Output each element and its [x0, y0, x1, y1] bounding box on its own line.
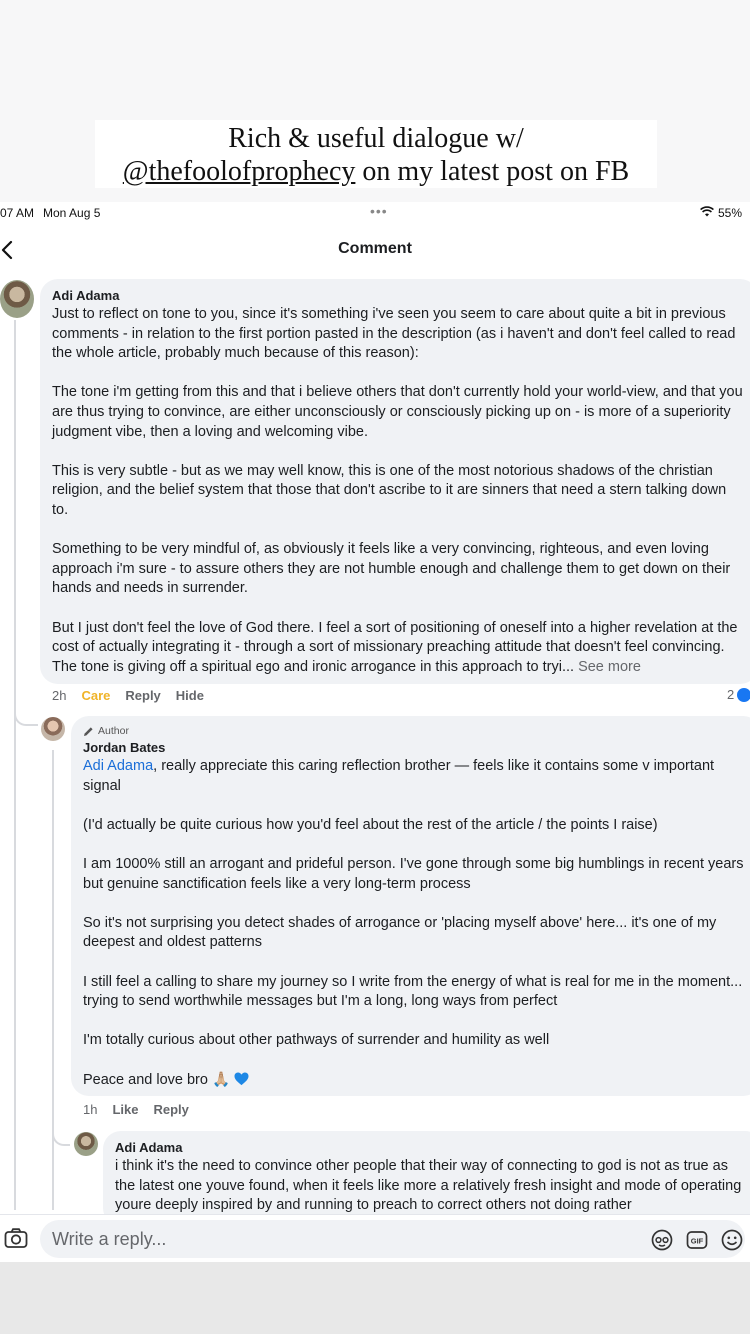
comment-actions: 2h Care Reply Hide [52, 688, 219, 703]
story-caption: Rich & useful dialogue w/ @thefoolofprop… [95, 120, 657, 188]
reply-author[interactable]: Jordan Bates [83, 739, 749, 756]
blue-heart-icon [234, 1072, 249, 1085]
comment-paragraph: This is very subtle - but as we may well… [52, 462, 727, 518]
reply-paragraph: Adi Adama, really appreciate this caring… [83, 757, 749, 796]
page-title: Comment [338, 240, 412, 257]
avatar[interactable] [0, 280, 34, 318]
pencil-icon [84, 726, 93, 736]
wifi-icon [700, 206, 714, 217]
reply-paragraph-last: Peace and love bro 🙏🏼 [83, 1071, 749, 1091]
nav-bar: Comment [0, 228, 750, 272]
comment-paragraph: Just to reflect on tone to you, since it… [52, 306, 736, 362]
caption-line-1: Rich & useful dialogue w/ [228, 123, 524, 154]
comment-paragraph-last: But I just don't feel the love of God th… [52, 619, 746, 678]
thread-line [14, 320, 16, 1210]
comment-time: 2h [52, 688, 67, 703]
reply-input[interactable] [40, 1220, 745, 1258]
svg-text:GIF: GIF [691, 1237, 704, 1246]
reaction-count-number: 2 [727, 687, 735, 702]
reply-paragraph-text: , really appreciate this caring reflecti… [83, 758, 715, 794]
reply-connector [52, 1116, 70, 1146]
comment-paragraph: Something to be very mindful of, as obvi… [52, 541, 731, 597]
comment-bubble: Adi Adama Just to reflect on tone to you… [40, 279, 750, 684]
avatar[interactable] [74, 1132, 98, 1156]
reply-paragraph: (I'd actually be quite curious how you'd… [83, 816, 658, 833]
emoji-icon[interactable] [721, 1229, 743, 1251]
caption-handle[interactable]: @thefoolofprophecy [123, 156, 356, 187]
reply-paragraph: i think it's the need to convince other … [115, 1158, 742, 1214]
reaction-count[interactable]: 2 [727, 687, 750, 702]
battery-percent: 55% [718, 206, 743, 220]
reply-paragraph: I'm totally curious about other pathways… [83, 1032, 550, 1049]
reply-paragraph-text: Peace and love bro 🙏🏼 [83, 1071, 231, 1088]
caption-line-2: @thefoolofprophecy on my latest post on … [95, 155, 657, 188]
gif-icon[interactable]: GIF [686, 1229, 708, 1251]
camera-icon[interactable] [4, 1227, 28, 1249]
reply-paragraph: I still feel a calling to share my journ… [83, 973, 743, 1010]
multitask-dots[interactable]: ••• [370, 203, 388, 219]
avatar[interactable] [41, 717, 65, 741]
like-reaction-icon [737, 687, 750, 702]
reply-composer: GIF [0, 1214, 750, 1262]
hide-button[interactable]: Hide [176, 688, 204, 703]
reply-paragraph: I am 1000% still an arrogant and pridefu… [83, 855, 744, 892]
avatar-sticker-icon[interactable] [651, 1229, 673, 1251]
mention-link[interactable]: Adi Adama [83, 758, 153, 774]
reply-paragraph: So it's not surprising you detect shades… [83, 914, 717, 951]
story-bottom-band [0, 1262, 750, 1334]
comment-screen: 07 AM Mon Aug 5 ••• 55% Comment Adi Adam… [0, 202, 750, 1262]
reply-button[interactable]: Reply [153, 1102, 188, 1117]
care-reaction-button[interactable]: Care [81, 688, 110, 703]
author-badge: Author [83, 724, 749, 738]
reply-connector [14, 686, 38, 726]
reply-button[interactable]: Reply [125, 688, 160, 703]
comment-author[interactable]: Adi Adama [52, 287, 746, 304]
reply-author[interactable]: Adi Adama [115, 1139, 750, 1156]
status-bar: 07 AM Mon Aug 5 ••• 55% [0, 202, 750, 224]
reply-bubble: Adi Adama i think it's the need to convi… [103, 1131, 750, 1226]
status-time: 07 AM [0, 206, 35, 220]
status-date: Mon Aug 5 [43, 206, 101, 220]
comment-paragraph: The tone i'm getting from this and that … [52, 384, 743, 440]
author-badge-label: Author [98, 725, 129, 737]
like-button[interactable]: Like [112, 1102, 138, 1117]
reply-time: 1h [83, 1102, 98, 1117]
caption-line-2-rest: on my latest post on FB [355, 156, 630, 187]
see-more-link[interactable]: See more [578, 659, 641, 675]
reply-bubble: Author Jordan Bates Adi Adama, really ap… [71, 716, 750, 1096]
reply-actions: 1h Like Reply [83, 1102, 204, 1117]
